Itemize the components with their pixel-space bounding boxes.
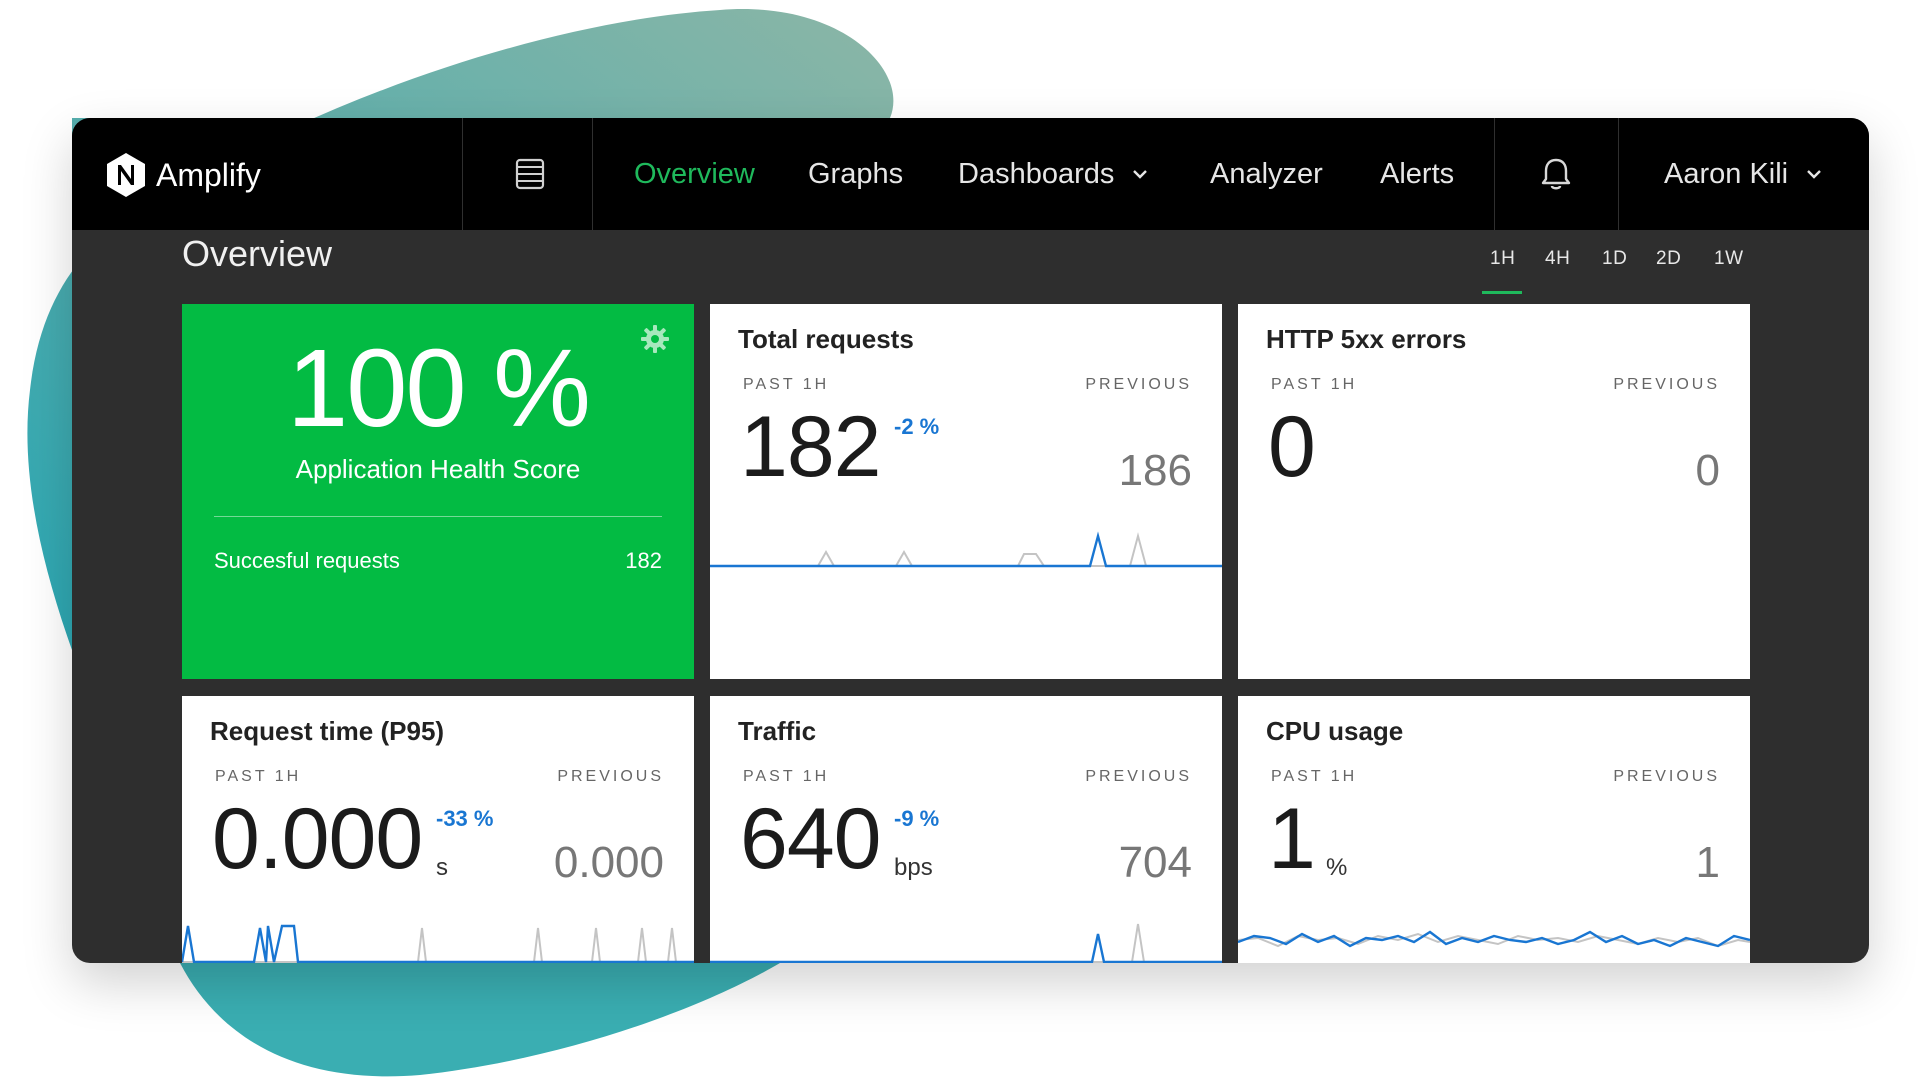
page-title: Overview <box>182 233 333 274</box>
chevron-down-icon <box>1133 170 1148 179</box>
current-value: 1 <box>1268 791 1316 887</box>
server-list-button[interactable] <box>510 154 550 194</box>
nav-graphs[interactable]: Graphs <box>808 118 903 230</box>
change-percent: -2 % <box>894 414 940 439</box>
divider <box>1618 118 1619 230</box>
cpu-sparkline <box>1238 930 1750 948</box>
unit: bps <box>894 854 933 881</box>
card-title: CPU usage <box>1266 716 1404 746</box>
current-value: 182 <box>740 399 881 495</box>
chevron-down-icon <box>1807 170 1821 179</box>
requests-sparkline <box>710 531 1222 568</box>
unit: % <box>1326 854 1348 881</box>
user-menu[interactable]: Aaron Kili <box>1664 118 1822 230</box>
nginx-logo-icon <box>107 153 145 197</box>
change-percent: -33 % <box>436 806 494 831</box>
previous-value: 1 <box>1695 838 1720 887</box>
previous-value: 0.000 <box>553 838 664 887</box>
range-selected-indicator <box>1482 291 1522 294</box>
current-value: 0 <box>1268 399 1316 495</box>
successful-requests-label: Succesful requests <box>214 548 400 573</box>
current-value: 640 <box>740 791 881 887</box>
range-4h[interactable]: 4H <box>1545 248 1570 270</box>
health-score-card[interactable]: 100 % Application Health Score Succesful… <box>182 304 694 679</box>
change-percent: -9 % <box>894 806 940 831</box>
user-name: Aaron Kili <box>1664 157 1789 190</box>
metric-card-traffic[interactable]: Traffic PAST 1H PREVIOUS 640 bps -9 % 70… <box>710 696 1222 963</box>
previous-label: PREVIOUS <box>557 768 664 785</box>
server-stack-icon <box>515 158 545 190</box>
health-score-value: 100 % <box>287 327 591 450</box>
range-2d[interactable]: 2D <box>1656 248 1681 270</box>
divider <box>214 516 662 517</box>
divider <box>462 118 463 230</box>
metric-card-total-requests[interactable]: Total requests PAST 1H PREVIOUS 182 -2 %… <box>710 304 1222 679</box>
past-label: PAST 1H <box>215 768 302 785</box>
previous-value: 186 <box>1118 446 1192 495</box>
nav-analyzer[interactable]: Analyzer <box>1210 118 1323 230</box>
unit: s <box>436 854 448 881</box>
health-score-label: Application Health Score <box>295 454 581 484</box>
metric-card-cpu-usage[interactable]: CPU usage PAST 1H PREVIOUS 1 % 1 <box>1238 696 1750 963</box>
range-1d[interactable]: 1D <box>1602 248 1627 270</box>
top-nav-bar: Amplify Overview Graphs Dashboards Analy… <box>72 118 1869 230</box>
successful-requests-value: 182 <box>625 548 662 573</box>
previous-value: 0 <box>1695 446 1720 495</box>
past-label: PAST 1H <box>1271 768 1358 785</box>
range-1h[interactable]: 1H <box>1490 248 1515 270</box>
previous-value: 704 <box>1118 838 1192 887</box>
range-1w[interactable]: 1W <box>1714 248 1744 270</box>
divider <box>1494 118 1495 230</box>
previous-label: PREVIOUS <box>1613 768 1720 785</box>
current-value: 0.000 <box>212 791 423 887</box>
card-title: Traffic <box>738 716 817 746</box>
previous-label: PREVIOUS <box>1613 376 1720 393</box>
bell-icon[interactable] <box>1536 154 1576 194</box>
past-label: PAST 1H <box>743 376 830 393</box>
previous-label: PREVIOUS <box>1085 376 1192 393</box>
traffic-sparkline <box>710 923 1222 963</box>
nav-alerts[interactable]: Alerts <box>1380 118 1454 230</box>
nav-dashboards-label: Dashboards <box>958 157 1115 190</box>
metric-card-request-time[interactable]: Request time (P95) PAST 1H PREVIOUS 0.00… <box>182 696 694 963</box>
previous-label: PREVIOUS <box>1085 768 1192 785</box>
past-label: PAST 1H <box>743 768 830 785</box>
divider <box>592 118 593 230</box>
card-title: Total requests <box>738 324 914 354</box>
nav-overview[interactable]: Overview <box>634 118 755 230</box>
gear-icon[interactable] <box>640 324 670 354</box>
app-window: Amplify Overview Graphs Dashboards Analy… <box>72 118 1869 963</box>
past-label: PAST 1H <box>1271 376 1358 393</box>
card-title: HTTP 5xx errors <box>1266 324 1467 354</box>
metric-card-http-5xx[interactable]: HTTP 5xx errors PAST 1H PREVIOUS 0 0 <box>1238 304 1750 679</box>
brand[interactable]: Amplify <box>104 151 261 199</box>
request-time-sparkline <box>182 924 694 963</box>
app-name: Amplify <box>156 156 261 193</box>
nav-dashboards[interactable]: Dashboards <box>958 118 1148 230</box>
card-title: Request time (P95) <box>210 716 445 746</box>
